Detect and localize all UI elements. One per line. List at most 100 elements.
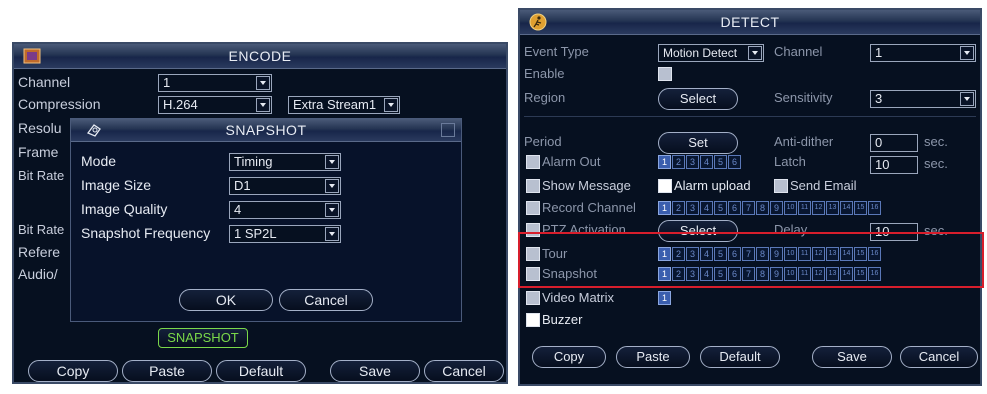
detect-default-button[interactable]: Default	[700, 346, 780, 368]
close-icon[interactable]	[441, 123, 455, 137]
channel-value: 1	[163, 75, 171, 90]
cancel-button[interactable]: Cancel	[424, 360, 504, 382]
channel-toggle-15[interactable]: 15	[854, 201, 867, 215]
mode-select[interactable]: Timing	[229, 153, 341, 171]
detect-save-button[interactable]: Save	[812, 346, 892, 368]
chevron-down-icon[interactable]	[748, 46, 762, 60]
channel-toggle-11[interactable]: 11	[798, 201, 811, 215]
alarm-upload-checkbox[interactable]	[658, 179, 672, 193]
image-quality-select[interactable]: 4	[229, 201, 341, 219]
chevron-down-icon[interactable]	[325, 155, 339, 169]
resolution-label: Resolu	[18, 120, 62, 136]
frame-rate-label: Frame	[18, 144, 59, 160]
channel-toggle-2[interactable]: 2	[672, 201, 685, 215]
compression-value: H.264	[163, 97, 198, 112]
detect-copy-button[interactable]: Copy	[532, 346, 606, 368]
sec-unit: sec.	[924, 156, 948, 171]
channel-toggle-3[interactable]: 3	[686, 155, 699, 169]
channel-toggle-5[interactable]: 5	[714, 155, 727, 169]
chevron-down-icon[interactable]	[325, 227, 339, 241]
send-email-label: Send Email	[790, 178, 857, 193]
compression-select[interactable]: H.264	[158, 96, 272, 114]
chevron-down-icon[interactable]	[256, 76, 270, 90]
alarm-out-label: Alarm Out	[542, 154, 601, 169]
ok-button[interactable]: OK	[179, 289, 273, 311]
detect-paste-button[interactable]: Paste	[616, 346, 690, 368]
channel-select-detect[interactable]: 1	[870, 44, 976, 62]
buzzer-checkbox[interactable]	[526, 313, 540, 327]
channel-toggle-8[interactable]: 8	[756, 201, 769, 215]
dialog-cancel-button[interactable]: Cancel	[279, 289, 373, 311]
video-matrix-checkbox[interactable]	[526, 291, 540, 305]
compression-label: Compression	[18, 96, 101, 112]
detect-title: DETECT	[720, 14, 780, 30]
detect-titlebar: DETECT	[520, 10, 980, 35]
mode-value: Timing	[234, 154, 273, 169]
record-channels[interactable]: 1 2 3 4 5 6 7 8 9 10 11 12 13 14 15 16	[658, 201, 881, 215]
channel-toggle-14[interactable]: 14	[840, 201, 853, 215]
channel-value-detect: 1	[875, 45, 883, 60]
image-size-value: D1	[234, 178, 251, 193]
channel-toggle-10[interactable]: 10	[784, 201, 797, 215]
chevron-down-icon[interactable]	[384, 98, 398, 112]
detect-panel: DETECT Event Type Motion Detect Channel …	[518, 8, 984, 386]
event-type-select[interactable]: Motion Detect	[658, 44, 764, 62]
record-channel-checkbox[interactable]	[526, 201, 540, 215]
channel-toggle-5[interactable]: 5	[714, 201, 727, 215]
chevron-down-icon[interactable]	[325, 179, 339, 193]
reference-label: Refere	[18, 244, 61, 260]
channel-toggle-4[interactable]: 4	[700, 155, 713, 169]
image-quality-value: 4	[234, 202, 242, 217]
show-message-label: Show Message	[542, 178, 631, 193]
region-select-button[interactable]: Select	[658, 88, 738, 110]
channel-toggle-12[interactable]: 12	[812, 201, 825, 215]
chevron-down-icon[interactable]	[256, 98, 270, 112]
channel-toggle-1[interactable]: 1	[658, 291, 671, 305]
channel-toggle-13[interactable]: 13	[826, 201, 839, 215]
snapshot-titlebar: SNAPSHOT	[71, 119, 461, 142]
chevron-down-icon[interactable]	[325, 203, 339, 217]
paste-button[interactable]: Paste	[122, 360, 212, 382]
alarm-out-checkbox[interactable]	[526, 155, 540, 169]
latch-input[interactable]: 10	[870, 156, 918, 174]
chevron-down-icon[interactable]	[960, 92, 974, 106]
enable-checkbox[interactable]	[658, 67, 672, 81]
region-label: Region	[524, 90, 566, 105]
anti-dither-label: Anti-dither	[774, 134, 834, 149]
highlight-box	[518, 232, 984, 288]
channel-toggle-2[interactable]: 2	[672, 155, 685, 169]
channel-toggle-1[interactable]: 1	[658, 201, 671, 215]
default-button[interactable]: Default	[216, 360, 306, 382]
bit-rate-type-label: Bit Rate	[18, 168, 65, 183]
extra-stream-select[interactable]: Extra Stream1	[288, 96, 400, 114]
latch-label: Latch	[774, 154, 806, 169]
buzzer-label: Buzzer	[542, 312, 583, 327]
image-size-label: Image Size	[81, 177, 152, 193]
show-message-checkbox[interactable]	[526, 179, 540, 193]
channel-toggle-4[interactable]: 4	[700, 201, 713, 215]
encode-title: ENCODE	[228, 48, 292, 64]
channel-select[interactable]: 1	[158, 74, 272, 92]
sensitivity-select[interactable]: 3	[870, 90, 976, 108]
save-button[interactable]: Save	[330, 360, 420, 382]
chevron-down-icon[interactable]	[960, 46, 974, 60]
image-size-select[interactable]: D1	[229, 177, 341, 195]
channel-toggle-7[interactable]: 7	[742, 201, 755, 215]
channel-toggle-1[interactable]: 1	[658, 155, 671, 169]
detect-cancel-button[interactable]: Cancel	[900, 346, 978, 368]
copy-button[interactable]: Copy	[28, 360, 118, 382]
channel-toggle-16[interactable]: 16	[868, 201, 881, 215]
send-email-checkbox[interactable]	[774, 179, 788, 193]
event-type-value: Motion Detect	[663, 46, 738, 60]
snapshot-frequency-select[interactable]: 1 SP2L	[229, 225, 341, 243]
channel-toggle-6[interactable]: 6	[728, 201, 741, 215]
channel-toggle-3[interactable]: 3	[686, 201, 699, 215]
period-set-button[interactable]: Set	[658, 132, 738, 154]
channel-toggle-9[interactable]: 9	[770, 201, 783, 215]
snapshot-button[interactable]: SNAPSHOT	[158, 328, 248, 348]
video-matrix-channels[interactable]: 1	[658, 291, 671, 305]
anti-dither-input[interactable]: 0	[870, 134, 918, 152]
snapshot-dialog: SNAPSHOT Mode Timing Image Size D1 Image…	[70, 118, 462, 322]
channel-toggle-6[interactable]: 6	[728, 155, 741, 169]
alarm-out-channels[interactable]: 123456	[658, 155, 741, 169]
